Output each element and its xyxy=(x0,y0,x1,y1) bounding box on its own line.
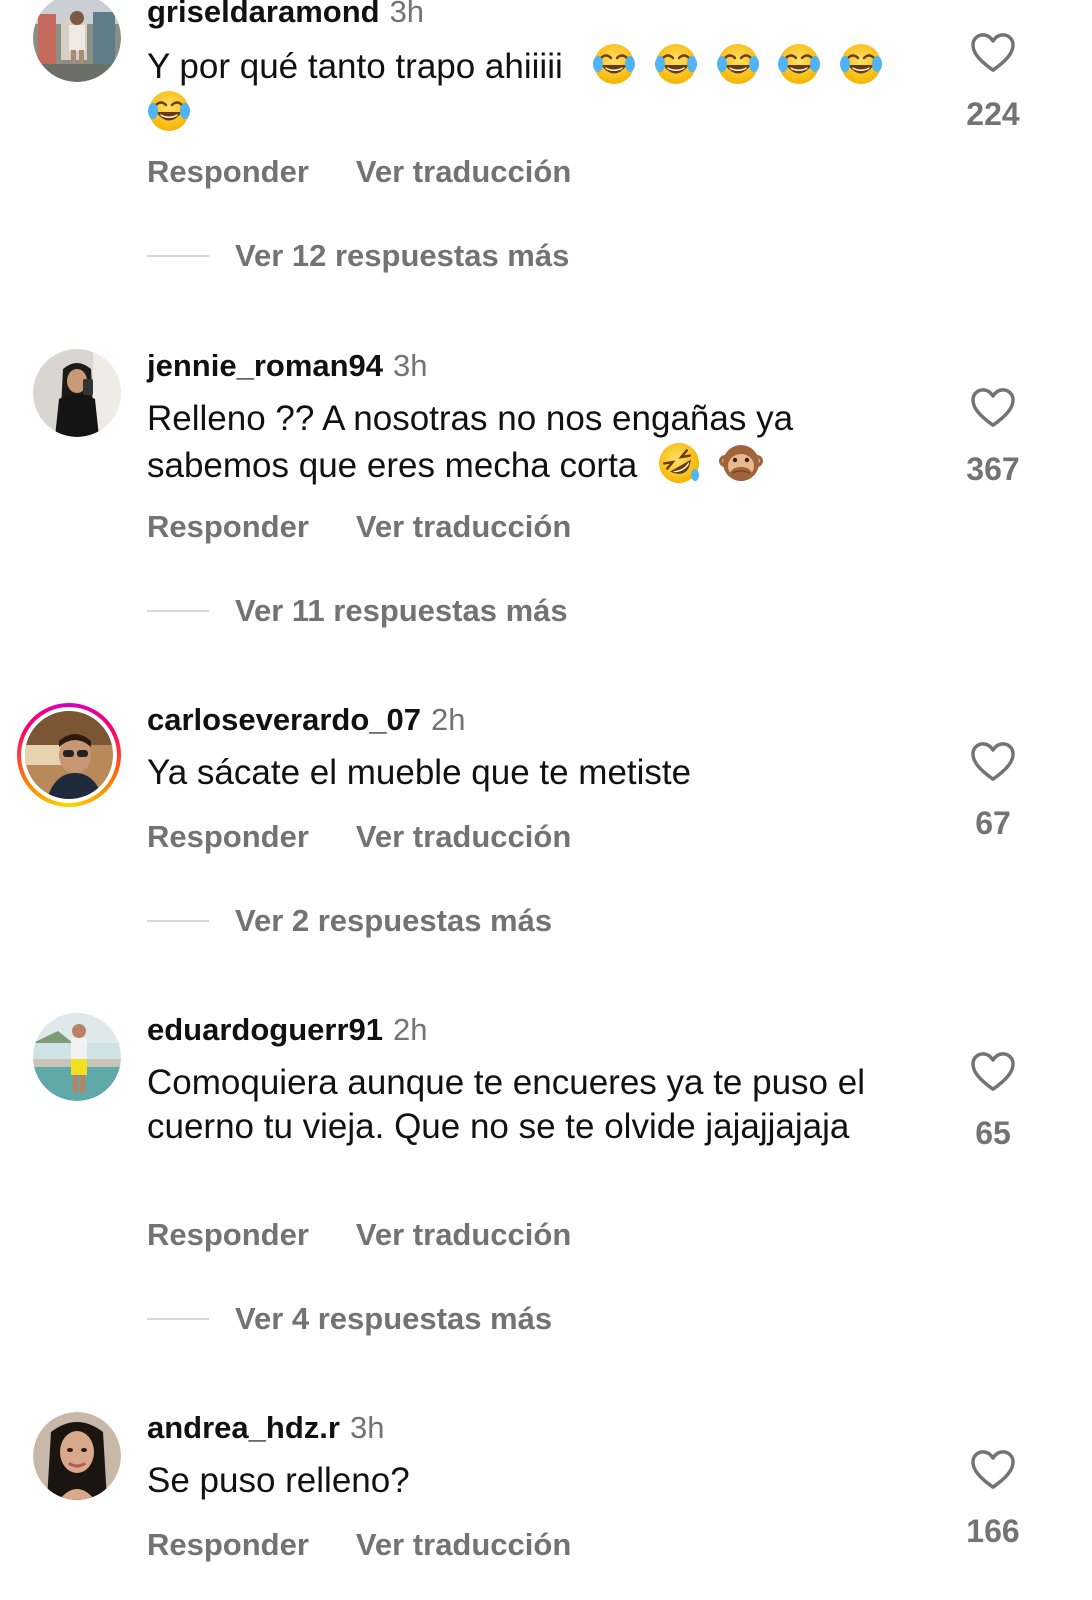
comment-header: jennie_roman94 3h xyxy=(147,348,428,384)
comment-header: andrea_hdz.r 3h xyxy=(147,1410,384,1446)
view-replies-label: Ver 12 respuestas más xyxy=(235,238,570,273)
rolling-on-the-floor-laughing-emoji xyxy=(657,441,701,485)
reply-button[interactable]: Responder xyxy=(147,154,309,190)
timestamp: 3h xyxy=(393,348,428,383)
avatar-with-story-ring[interactable] xyxy=(17,703,121,807)
comment-text: Y por qué tanto trapo ahiiiii xyxy=(147,42,937,136)
view-replies-label: Ver 11 respuestas más xyxy=(235,593,568,628)
speak-no-evil-monkey-emoji xyxy=(718,444,763,482)
see-translation-button[interactable]: Ver traducción xyxy=(356,1527,571,1563)
like-count: 65 xyxy=(975,1115,1011,1151)
view-replies-label: Ver 4 respuestas más xyxy=(235,1301,553,1336)
comment-header: carloseverardo_07 2h xyxy=(147,702,466,738)
face-with-tears-of-joy-emoji xyxy=(592,42,637,86)
comment-actions: Responder Ver traducción xyxy=(147,819,571,855)
reply-button[interactable]: Responder xyxy=(147,1527,309,1563)
comment-actions: Responder Ver traducción xyxy=(147,1527,571,1563)
see-translation-button[interactable]: Ver traducción xyxy=(356,819,571,855)
comment-text: Comoquiera aunque te encueres ya te puso… xyxy=(147,1061,937,1149)
heart-outline-icon[interactable] xyxy=(970,387,1016,429)
like-count: 224 xyxy=(966,96,1020,132)
username[interactable]: griseldaramond xyxy=(147,0,380,29)
avatar[interactable] xyxy=(33,1013,121,1101)
avatar[interactable] xyxy=(33,0,121,82)
view-replies-button[interactable]: Ver 12 respuestas más xyxy=(147,238,569,274)
comment-header: eduardoguerr91 2h xyxy=(147,1012,428,1048)
reply-button[interactable]: Responder xyxy=(147,819,309,855)
username[interactable]: carloseverardo_07 xyxy=(147,702,421,737)
comment-actions: Responder Ver traducción xyxy=(147,509,571,545)
avatar[interactable] xyxy=(33,349,121,437)
view-replies-button[interactable]: Ver 11 respuestas más xyxy=(147,593,568,629)
timestamp: 2h xyxy=(393,1012,428,1047)
heart-outline-icon[interactable] xyxy=(970,32,1016,74)
heart-outline-icon[interactable] xyxy=(970,1449,1016,1491)
like-column: 67 xyxy=(943,741,1043,841)
username[interactable]: andrea_hdz.r xyxy=(147,1410,340,1445)
replies-divider-line xyxy=(147,920,209,922)
comment-header: griseldaramond 3h xyxy=(147,0,424,30)
like-count: 67 xyxy=(975,805,1011,841)
comment-text: Ya sácate el mueble que te metiste xyxy=(147,751,937,795)
reply-button[interactable]: Responder xyxy=(147,509,309,545)
timestamp: 2h xyxy=(431,702,466,737)
face-with-tears-of-joy-emoji xyxy=(653,42,698,86)
comment-text: Se puso relleno? xyxy=(147,1459,937,1503)
like-column: 166 xyxy=(943,1449,1043,1549)
face-with-tears-of-joy-emoji xyxy=(147,89,191,133)
like-column: 65 xyxy=(943,1051,1043,1151)
face-with-tears-of-joy-emoji xyxy=(839,42,884,86)
heart-outline-icon[interactable] xyxy=(970,1051,1016,1093)
timestamp: 3h xyxy=(389,0,425,29)
replies-divider-line xyxy=(147,1318,209,1320)
reply-button[interactable]: Responder xyxy=(147,1217,309,1253)
view-replies-button[interactable]: Ver 4 respuestas más xyxy=(147,1301,552,1337)
see-translation-button[interactable]: Ver traducción xyxy=(356,154,571,190)
avatar xyxy=(25,711,113,799)
comment-actions: Responder Ver traducción xyxy=(147,1217,571,1253)
avatar-ring-gap xyxy=(21,707,117,803)
see-translation-button[interactable]: Ver traducción xyxy=(356,509,571,545)
like-count: 367 xyxy=(966,451,1020,487)
like-column: 224 xyxy=(943,32,1043,132)
replies-divider-line xyxy=(147,255,209,257)
like-column: 367 xyxy=(943,387,1043,487)
username[interactable]: jennie_roman94 xyxy=(147,348,383,383)
heart-outline-icon[interactable] xyxy=(970,741,1016,783)
face-with-tears-of-joy-emoji xyxy=(777,42,822,86)
comment-text-content: Se puso relleno? xyxy=(147,1461,410,1500)
comment-actions: Responder Ver traducción xyxy=(147,154,571,190)
view-replies-label: Ver 2 respuestas más xyxy=(235,903,553,938)
comment-text-content: Ya sácate el mueble que te metiste xyxy=(147,753,692,792)
comment-text: Relleno ?? A nosotras no nos engañas ya … xyxy=(147,397,937,488)
like-count: 166 xyxy=(966,1513,1020,1549)
view-replies-button[interactable]: Ver 2 respuestas más xyxy=(147,903,552,939)
comment-text-content: Comoquiera aunque te encueres ya te puso… xyxy=(147,1063,865,1146)
face-with-tears-of-joy-emoji xyxy=(715,42,760,86)
see-translation-button[interactable]: Ver traducción xyxy=(356,1217,571,1253)
replies-divider-line xyxy=(147,610,209,612)
avatar[interactable] xyxy=(33,1412,121,1500)
username[interactable]: eduardoguerr91 xyxy=(147,1012,383,1047)
comment-text-content: Y por qué tanto trapo ahiiiii xyxy=(147,47,563,86)
timestamp: 3h xyxy=(349,1410,385,1445)
